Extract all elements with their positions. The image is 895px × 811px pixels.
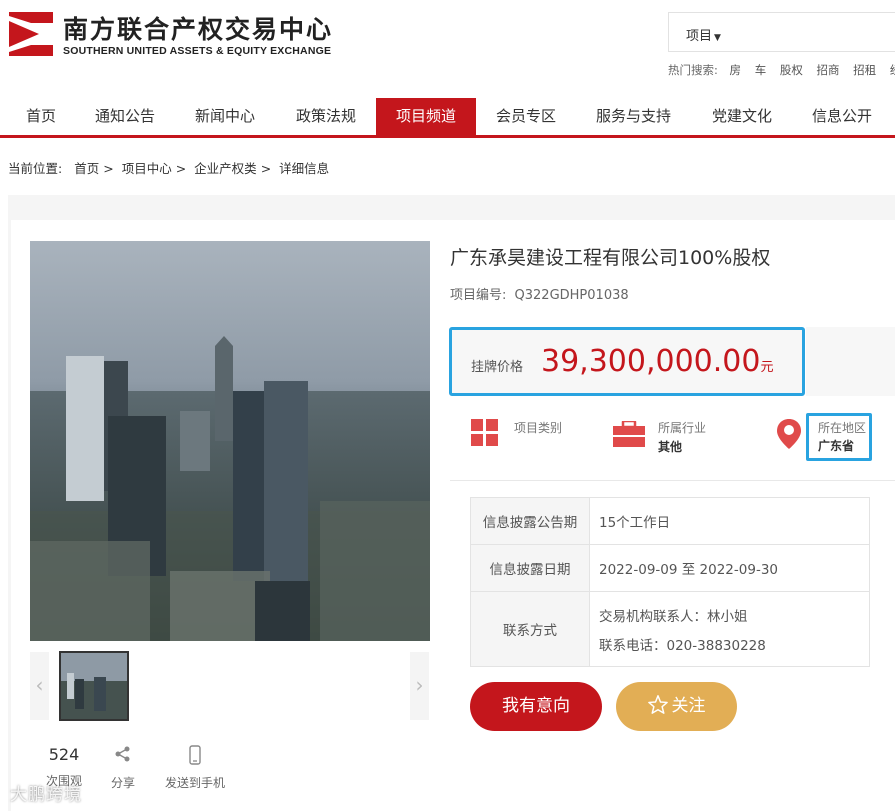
city-skyline-image <box>30 241 430 641</box>
nav-item-notices[interactable]: 通知公告 <box>80 98 170 135</box>
phone-icon <box>189 745 201 765</box>
hot-search-item[interactable]: 招商 <box>817 63 840 77</box>
hot-search-item[interactable]: 股权 <box>780 63 803 77</box>
share-button[interactable]: 分享 <box>105 745 141 791</box>
price-box: 挂牌价格 39,300,000.00元 <box>449 327 805 396</box>
nav-item-members[interactable]: 会员专区 <box>481 98 571 135</box>
region-value: 广东省 <box>818 439 855 453</box>
share-label: 分享 <box>110 776 135 790</box>
gallery-thumbnail[interactable] <box>59 651 129 721</box>
nav-item-home[interactable]: 首页 <box>10 98 72 135</box>
hot-search-row: 热门搜索: 房 车 股权 招商 招租 经 <box>668 62 895 78</box>
project-code-label: 项目编号: <box>450 288 507 303</box>
table-header-cell: 信息披露日期 <box>470 544 590 592</box>
main-nav: 首页 通知公告 新闻中心 政策法规 项目频道 会员专区 服务与支持 党建文化 信… <box>0 98 895 138</box>
industry-value: 其他 <box>658 440 683 454</box>
send-to-phone-button[interactable]: 发送到手机 <box>160 745 230 791</box>
hot-search-item[interactable]: 经 <box>890 63 895 77</box>
price-unit: 元 <box>760 360 774 375</box>
logo-subtitle: SOUTHERN UNITED ASSETS & EQUITY EXCHANGE <box>63 45 332 57</box>
location-pin-icon <box>777 419 801 449</box>
region-box: 所在地区 广东省 <box>806 413 872 461</box>
table-value-cell: 15个工作日 <box>589 497 870 545</box>
nav-item-disclosure[interactable]: 信息公开 <box>797 98 887 135</box>
gallery-next-button[interactable]: › <box>410 652 429 720</box>
contact-person: 交易机构联系人：林小姐 <box>599 608 748 625</box>
follow-label: 关注 <box>671 696 706 716</box>
industry-label: 所属行业 <box>658 421 707 435</box>
search-category-select[interactable]: 项目 ▼ <box>686 25 721 44</box>
contact-phone: 联系电话：020-38830228 <box>599 637 766 654</box>
disclosure-info-table: 信息披露公告期 15个工作日 信息披露日期 2022-09-09 至 2022-… <box>470 497 870 667</box>
category-icon <box>471 419 498 446</box>
watermark: 大鹏跨境 <box>10 785 82 805</box>
price-label: 挂牌价格 <box>471 360 524 375</box>
table-row: 信息披露日期 2022-09-09 至 2022-09-30 <box>470 544 870 592</box>
share-icon <box>115 746 130 762</box>
breadcrumb-separator: > <box>103 161 114 176</box>
hot-search-item[interactable]: 招租 <box>853 63 876 77</box>
site-header: 南方联合产权交易中心 SOUTHERN UNITED ASSETS & EQUI… <box>0 0 895 98</box>
table-row: 信息披露公告期 15个工作日 <box>470 497 870 545</box>
star-icon <box>647 695 668 714</box>
table-row: 联系方式 交易机构联系人：林小姐 联系电话：020-38830228 <box>470 591 870 667</box>
intent-button[interactable]: 我有意向 <box>470 682 602 731</box>
breadcrumb-detail: 详细信息 <box>279 161 330 176</box>
follow-button[interactable]: 关注 <box>616 682 737 731</box>
nav-item-services[interactable]: 服务与支持 <box>585 98 682 135</box>
breadcrumb-prefix: 当前位置: <box>8 161 63 176</box>
table-value-cell: 2022-09-09 至 2022-09-30 <box>589 544 870 592</box>
breadcrumb-separator: > <box>175 161 187 176</box>
breadcrumb-separator: > <box>260 161 272 176</box>
hot-search-item[interactable]: 车 <box>755 63 767 77</box>
project-main-photo[interactable] <box>30 241 430 641</box>
nav-item-party[interactable]: 党建文化 <box>697 98 787 135</box>
price-amount: 39,300,000.00 <box>541 344 761 379</box>
category-label: 项目类别 <box>514 421 563 435</box>
search-category-label: 项目 <box>686 29 713 44</box>
chevron-right-icon: › <box>415 673 424 697</box>
hot-search-label: 热门搜索: <box>668 63 718 77</box>
nav-item-policy[interactable]: 政策法规 <box>281 98 371 135</box>
send-to-phone-label: 发送到手机 <box>164 776 225 790</box>
thumbnail-image <box>61 653 127 719</box>
project-code-value: Q322GDHP01038 <box>514 288 629 303</box>
project-code: 项目编号: Q322GDHP01038 <box>450 284 629 303</box>
breadcrumb-enterprise-equity[interactable]: 企业产权类 <box>194 161 257 176</box>
logo-icon <box>9 12 53 56</box>
hot-search-item[interactable]: 房 <box>730 63 742 77</box>
breadcrumb: 当前位置: 首页 > 项目中心 > 企业产权类 > 详细信息 <box>8 158 329 177</box>
divider <box>450 480 895 481</box>
table-header-cell: 信息披露公告期 <box>470 497 590 545</box>
price-value: 39,300,000.00元 <box>541 344 774 379</box>
gallery-prev-button[interactable]: ‹ <box>30 652 49 720</box>
nav-item-projects[interactable]: 项目频道 <box>376 98 476 135</box>
price-box-extension <box>806 327 895 396</box>
table-value-cell: 交易机构联系人：林小姐 联系电话：020-38830228 <box>589 591 870 667</box>
nav-item-news[interactable]: 新闻中心 <box>180 98 270 135</box>
logo-title[interactable]: 南方联合产权交易中心 <box>63 10 333 46</box>
views-count: 524 <box>48 745 80 764</box>
breadcrumb-home[interactable]: 首页 <box>74 161 99 176</box>
chevron-left-icon: ‹ <box>35 673 44 697</box>
search-box[interactable]: 项目 ▼ <box>668 12 895 52</box>
table-header-cell: 联系方式 <box>470 591 590 667</box>
breadcrumb-project-center[interactable]: 项目中心 <box>122 161 172 176</box>
caret-down-icon: ▼ <box>714 33 721 43</box>
briefcase-icon <box>613 421 645 447</box>
region-label: 所在地区 <box>818 421 867 435</box>
project-title: 广东承昊建设工程有限公司100%股权 <box>450 247 771 269</box>
